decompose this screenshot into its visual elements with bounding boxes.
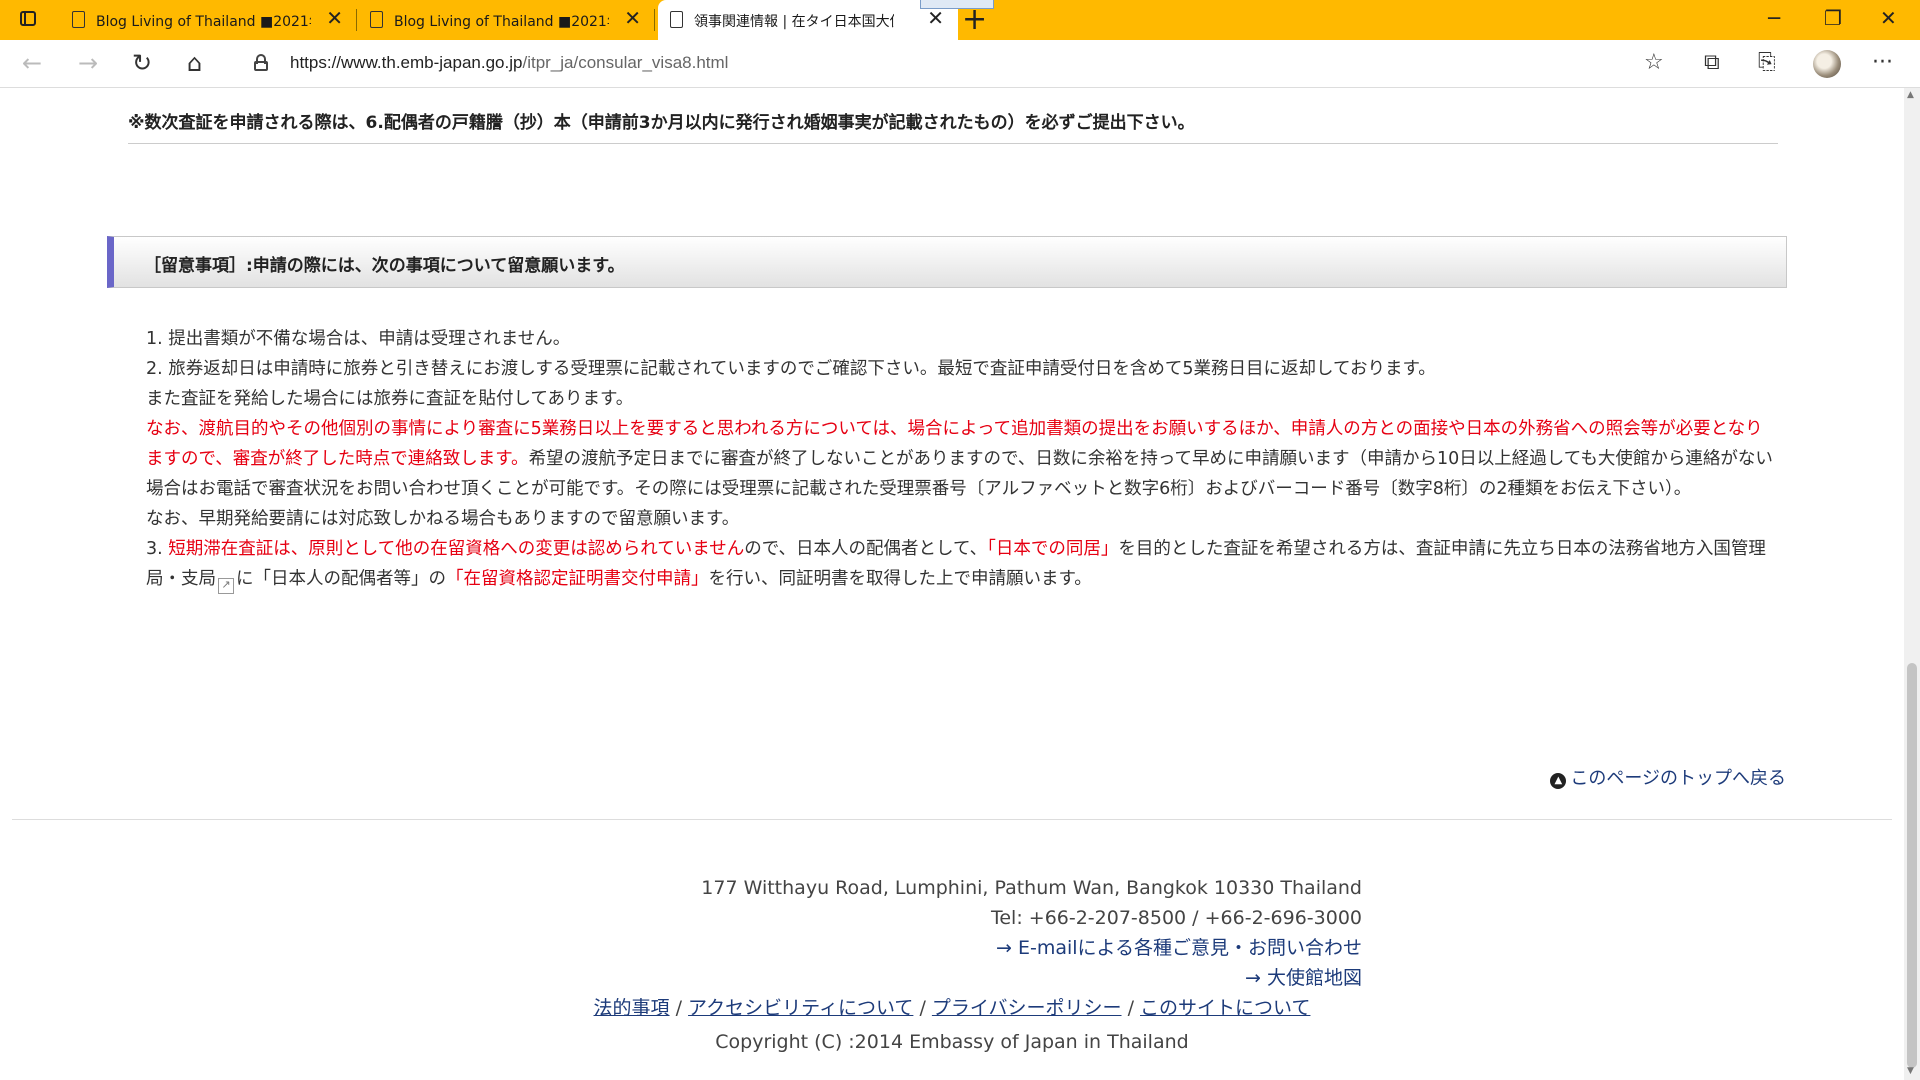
collections-icon[interactable]: ⧉ [1704,50,1720,76]
separator: / [675,997,682,1019]
note-1: 1. 提出書類が不備な場合は、申請は受理されません。 [146,329,571,349]
tel-text: Tel: +66-2-207-8500 / +66-2-696-3000 [990,907,1362,929]
screen-cast-icon[interactable]: ⎘ [1758,50,1776,76]
red-text: 「日本での同居」 [987,539,1119,559]
separator: / [1127,997,1134,1019]
red-text: 短期滞在査証は、原則として他の在留資格への変更は認められていません [168,539,745,559]
minimize-icon[interactable]: ─ [1768,8,1780,28]
note-number: 3. [146,539,169,559]
back-icon[interactable]: ← [22,50,42,76]
close-window-icon[interactable]: ✕ [1880,8,1897,28]
copyright: Copyright (C) :2014 Embassy of Japan in … [715,1031,1189,1053]
email-inquiry-link[interactable]: → E-mailによる各種ご意見・お問い合わせ [996,937,1362,959]
page-icon [670,11,683,28]
footer-links: 法的事項 / アクセシビリティについて / プライバシーポリシー / このサイト… [0,993,1904,1020]
more-menu-icon[interactable]: ··· [1872,50,1893,76]
note-text: を行い、同証明書を取得した上で申請願います。 [708,569,1092,589]
address-bar-row: ← → ↻ ⌂ https://www.th.emb-japan.go.jp/i… [0,40,1920,88]
section-heading: ［留意事項］:申請の際には、次の事項について留意願います。 [107,236,1787,288]
footer-address: 177 Witthayu Road, Lumphini, Pathum Wan,… [600,873,1362,993]
home-icon[interactable]: ⌂ [187,50,202,76]
back-to-top-label: このページのトップへ戻る [1570,768,1786,789]
separator: / [919,997,926,1019]
chevron-up-icon: ▲ [1550,773,1567,789]
legal-link[interactable]: 法的事項 [594,997,670,1019]
scroll-down-icon[interactable]: ▼ [1907,1066,1914,1076]
note-text: に「日本人の配偶者等」の [236,569,446,589]
tab-actions-icon[interactable] [18,10,40,30]
vertical-scrollbar[interactable]: ▲ ▼ [1904,88,1920,1080]
page-icon [72,11,85,28]
tab-bar: Blog Living of Thailand ■2021年 ✕ Blog Li… [0,0,1920,40]
new-tab-icon[interactable]: + [962,3,987,37]
tab-2[interactable]: Blog Living of Thailand ■2021年 ✕ [358,0,655,40]
scroll-up-icon[interactable]: ▲ [1907,90,1914,100]
restore-icon[interactable]: ❐ [1824,8,1842,28]
refresh-icon[interactable]: ↻ [132,50,152,76]
favorite-star-icon[interactable]: ☆ [1644,50,1664,76]
page-content: ※数次査証を申請される際は、6.配偶者の戸籍謄（抄）本（申請前3か月以内に発行さ… [0,88,1904,1080]
tab-title: Blog Living of Thailand ■2021年 [394,14,609,30]
url-field[interactable]: https://www.th.emb-japan.go.jp/itpr_ja/c… [290,53,728,73]
tab-title: 領事関連情報 | 在タイ日本国大使 [694,14,894,30]
scrollbar-thumb[interactable] [1907,663,1917,1068]
multiple-visa-notice: ※数次査証を申請される際は、6.配偶者の戸籍謄（抄）本（申請前3か月以内に発行さ… [128,108,1778,144]
tab-active[interactable]: 領事関連情報 | 在タイ日本国大使 ✕ [658,0,958,40]
note-2: 2. 旅券返却日は申請時に旅券と引き替えにお渡しする受理票に記載されていますので… [146,359,1436,379]
privacy-policy-link[interactable]: プライバシーポリシー [932,997,1122,1019]
close-tab-icon[interactable]: ✕ [326,8,343,28]
embassy-map-link[interactable]: → 大使館地図 [1245,967,1362,989]
notes-list: 1. 提出書類が不備な場合は、申請は受理されません。 2. 旅券返却日は申請時に… [146,324,1776,594]
accessibility-link[interactable]: アクセシビリティについて [688,997,913,1019]
note-2-early: なお、早期発給要請には対応致しかねる場合もありますので留意願います。 [146,509,740,529]
page-icon [370,11,383,28]
profile-avatar[interactable] [1813,50,1841,78]
footer-divider [12,819,1892,820]
about-site-link[interactable]: このサイトについて [1140,997,1310,1019]
lock-icon[interactable] [254,54,268,71]
red-text: 「在留資格認定証明書交付申請」 [446,569,709,589]
address-text: 177 Witthayu Road, Lumphini, Pathum Wan,… [701,877,1362,899]
back-to-top-link[interactable]: ▲ このページのトップへ戻る [1550,764,1786,790]
note-2-cont: また査証を発給した場合には旅券に査証を貼付してあります。 [146,389,634,409]
close-tab-icon[interactable]: ✕ [927,8,944,28]
section-heading-text: ［留意事項］:申請の際には、次の事項について留意願います。 [144,256,625,276]
note-text: ので、日本人の配偶者として、 [744,539,988,559]
forward-icon[interactable]: → [78,50,98,76]
tab-1[interactable]: Blog Living of Thailand ■2021年 ✕ [60,0,357,40]
note-2-detail: なお、渡航目的やその他個別の事情により審査に5業務日以上を要すると思われる方につ… [146,414,1776,504]
note-3: 3. 短期滞在査証は、原則として他の在留資格への変更は認められていませんので、日… [146,534,1776,594]
external-link-icon[interactable]: ↗ [218,578,234,594]
tab-title: Blog Living of Thailand ■2021年 [96,14,311,30]
close-tab-icon[interactable]: ✕ [624,8,641,28]
